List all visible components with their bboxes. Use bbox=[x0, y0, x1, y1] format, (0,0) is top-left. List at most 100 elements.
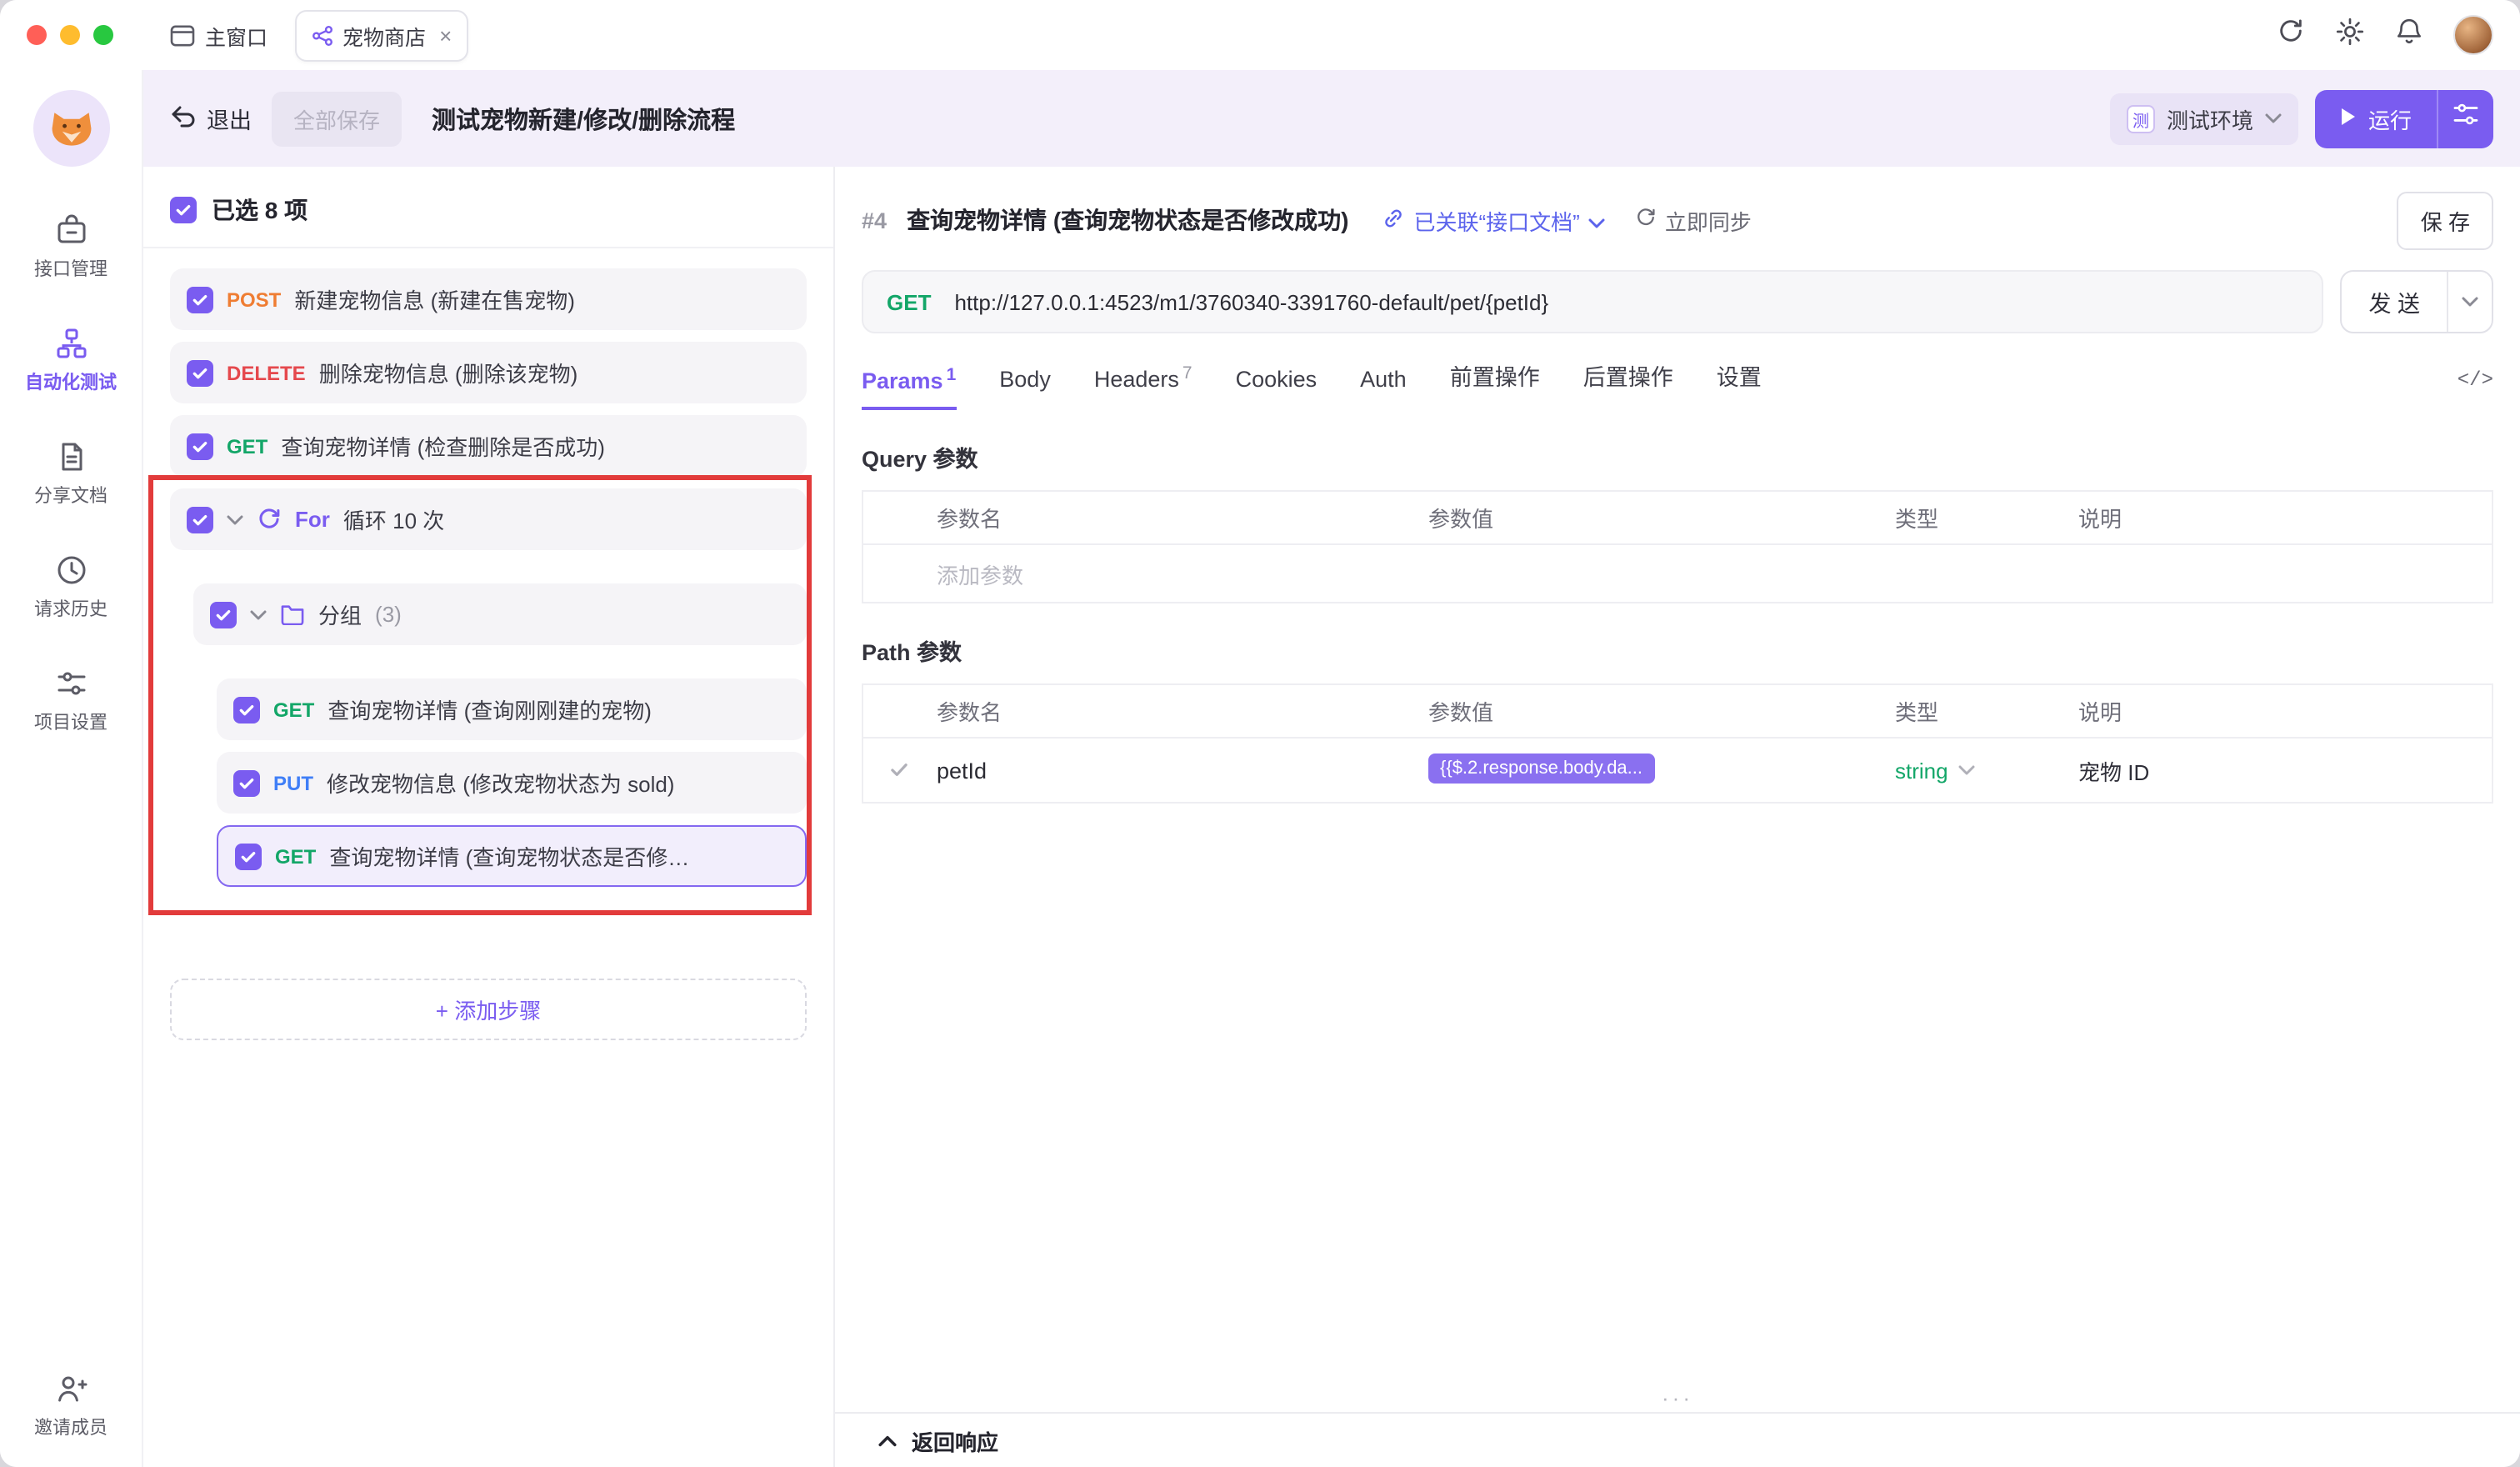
chevron-up-icon bbox=[878, 1434, 897, 1446]
step-label: 查询宠物详情 (查询宠物状态是否修… bbox=[329, 840, 689, 872]
response-panel-toggle[interactable]: 返回响应 bbox=[835, 1412, 2520, 1467]
query-params-title: Query 参数 bbox=[862, 440, 2493, 473]
tab-settings[interactable]: 设置 bbox=[1717, 358, 1762, 410]
sidebar-item-invite-members[interactable]: 邀请成员 bbox=[6, 1372, 136, 1440]
loop-keyword: For bbox=[295, 507, 330, 532]
loop-icon bbox=[257, 507, 282, 532]
add-param-row[interactable]: 添加参数 bbox=[863, 545, 2492, 602]
param-enabled-check-icon[interactable] bbox=[890, 763, 908, 778]
step-checkbox[interactable] bbox=[187, 286, 213, 313]
environment-name: 测试环境 bbox=[2167, 103, 2253, 134]
step-item-create-pet[interactable]: POST 新建宠物信息 (新建在售宠物) bbox=[170, 268, 807, 330]
request-editor: #4 查询宠物详情 (查询宠物状态是否修改成功) 已关联“接口文档” bbox=[835, 167, 2520, 1467]
chevron-down-icon[interactable] bbox=[250, 609, 267, 619]
step-checkbox[interactable] bbox=[187, 506, 213, 533]
tab-body[interactable]: Body bbox=[999, 367, 1051, 410]
sidebar-item-request-history[interactable]: 请求历史 bbox=[6, 553, 136, 622]
tab-pet-store-label: 宠物商店 bbox=[342, 19, 426, 51]
close-window-button[interactable] bbox=[27, 25, 47, 45]
tab-label: 前置操作 bbox=[1450, 358, 1540, 392]
divider bbox=[143, 247, 833, 248]
run-settings-button[interactable] bbox=[2437, 89, 2493, 148]
step-item-check-delete[interactable]: GET 查询宠物详情 (检查删除是否成功) bbox=[170, 415, 807, 477]
step-item-update-pet[interactable]: PUT 修改宠物信息 (修改宠物状态为 sold) bbox=[217, 752, 807, 814]
request-method: GET bbox=[887, 289, 931, 314]
step-item-group[interactable]: 分组 (3) bbox=[193, 583, 807, 645]
tab-params[interactable]: Params1 bbox=[862, 368, 956, 410]
request-url-input[interactable]: GET http://127.0.0.1:4523/m1/3760340-339… bbox=[862, 270, 2323, 333]
step-checkbox[interactable] bbox=[187, 359, 213, 386]
step-checkbox[interactable] bbox=[233, 769, 260, 796]
group-folder-icon bbox=[280, 603, 305, 625]
tab-label: Cookies bbox=[1236, 367, 1318, 392]
param-type-select[interactable]: string bbox=[1895, 758, 2078, 783]
run-button[interactable]: 运行 bbox=[2315, 89, 2437, 148]
step-label: 删除宠物信息 (删除该宠物) bbox=[319, 357, 578, 388]
column-header: 说明 bbox=[2078, 695, 2492, 727]
step-item-for-loop[interactable]: For 循环 10 次 bbox=[170, 488, 807, 550]
tab-badge: 1 bbox=[947, 364, 957, 384]
save-all-button[interactable]: 全部保存 bbox=[272, 91, 402, 146]
bell-icon[interactable] bbox=[2395, 17, 2423, 53]
api-management-icon bbox=[54, 213, 88, 247]
sidebar-item-api-management[interactable]: 接口管理 bbox=[6, 213, 136, 282]
tab-pre-operations[interactable]: 前置操作 bbox=[1450, 358, 1540, 410]
sidebar-item-automated-testing[interactable]: 自动化测试 bbox=[6, 327, 136, 395]
param-value-variable-tag[interactable]: {{$.2.response.body.da... bbox=[1428, 753, 1654, 783]
sync-now-button[interactable]: 立即同步 bbox=[1635, 204, 1752, 236]
close-tab-icon[interactable]: × bbox=[439, 24, 452, 46]
param-description[interactable]: 宠物 ID bbox=[2078, 754, 2492, 786]
step-checkbox[interactable] bbox=[233, 696, 260, 723]
tab-main-window[interactable]: 主窗口 bbox=[170, 19, 268, 51]
window-icon bbox=[170, 24, 195, 46]
run-label: 运行 bbox=[2368, 103, 2412, 134]
environment-select[interactable]: 测 测试环境 bbox=[2110, 93, 2298, 144]
code-view-icon[interactable]: </> bbox=[2458, 368, 2493, 410]
param-type: string bbox=[1895, 758, 1948, 783]
add-step-button[interactable]: + 添加步骤 bbox=[170, 979, 807, 1040]
column-header: 说明 bbox=[2078, 502, 2492, 533]
invite-members-icon bbox=[54, 1372, 88, 1405]
step-checkbox[interactable] bbox=[235, 843, 262, 869]
linked-doc-label: 已关联“接口文档” bbox=[1414, 204, 1580, 236]
flow-title: 测试宠物新建/修改/删除流程 bbox=[432, 101, 735, 136]
save-button[interactable]: 保 存 bbox=[2398, 191, 2493, 249]
send-button[interactable]: 发 送 bbox=[2342, 272, 2447, 332]
tab-label: Params bbox=[862, 368, 943, 393]
method-badge: DELETE bbox=[227, 361, 306, 384]
tab-post-operations[interactable]: 后置操作 bbox=[1583, 358, 1673, 410]
param-name[interactable]: petId bbox=[937, 758, 987, 783]
project-flow-icon bbox=[311, 24, 332, 46]
icon-sidebar: 接口管理 自动化测试 分享文档 bbox=[0, 70, 143, 1467]
chevron-down-icon[interactable] bbox=[227, 514, 243, 524]
step-item-query-new-pet[interactable]: GET 查询宠物详情 (查询刚刚建的宠物) bbox=[217, 678, 807, 740]
back-arrow-icon bbox=[170, 104, 197, 133]
select-all-checkbox[interactable] bbox=[170, 197, 197, 223]
step-label: 查询宠物详情 (查询刚刚建的宠物) bbox=[328, 693, 652, 725]
chevron-down-icon bbox=[2265, 113, 2282, 123]
tab-badge: 7 bbox=[1182, 363, 1192, 383]
user-avatar[interactable] bbox=[2453, 15, 2493, 55]
project-logo-fox[interactable] bbox=[32, 90, 109, 167]
tab-pet-store[interactable]: 宠物商店 × bbox=[294, 9, 468, 61]
zoom-window-button[interactable] bbox=[93, 25, 113, 45]
step-checkbox[interactable] bbox=[187, 433, 213, 459]
minimize-window-button[interactable] bbox=[60, 25, 80, 45]
refresh-icon[interactable] bbox=[2277, 17, 2305, 53]
resize-handle-icon[interactable]: ··· bbox=[1662, 1389, 1693, 1409]
sidebar-item-label: 分享文档 bbox=[34, 482, 108, 508]
tab-auth[interactable]: Auth bbox=[1360, 367, 1407, 410]
linked-doc-dropdown[interactable]: 已关联“接口文档” bbox=[1382, 204, 1605, 236]
sidebar-item-project-settings[interactable]: 项目设置 bbox=[6, 667, 136, 735]
step-checkbox[interactable] bbox=[210, 601, 237, 628]
step-item-verify-status[interactable]: GET 查询宠物详情 (查询宠物状态是否修… bbox=[217, 825, 807, 887]
step-item-delete-pet[interactable]: DELETE 删除宠物信息 (删除该宠物) bbox=[170, 342, 807, 403]
send-options-button[interactable] bbox=[2448, 272, 2492, 332]
gear-icon[interactable] bbox=[2335, 16, 2365, 54]
request-url: http://127.0.0.1:4523/m1/3760340-3391760… bbox=[954, 289, 1548, 314]
sidebar-item-share-docs[interactable]: 分享文档 bbox=[6, 440, 136, 508]
sidebar-item-label: 接口管理 bbox=[34, 255, 108, 282]
tab-headers[interactable]: Headers7 bbox=[1094, 367, 1192, 410]
exit-button[interactable]: 退出 bbox=[170, 102, 252, 135]
tab-cookies[interactable]: Cookies bbox=[1236, 367, 1318, 410]
